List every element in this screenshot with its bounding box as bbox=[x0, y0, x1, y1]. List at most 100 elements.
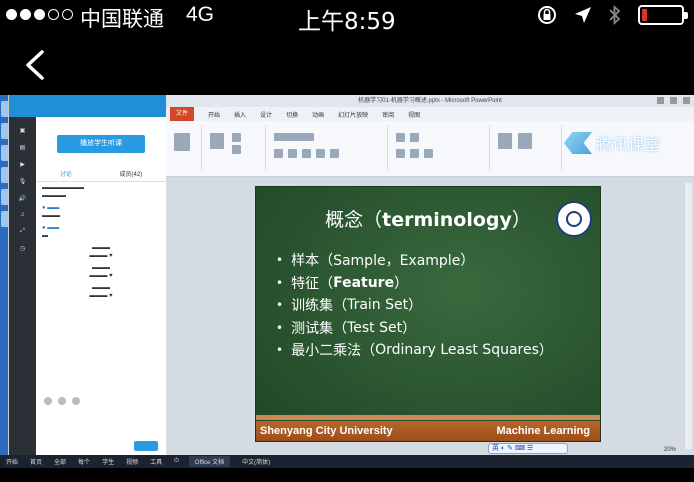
taskbar-item[interactable]: 首页 bbox=[30, 457, 42, 466]
image-icon[interactable] bbox=[72, 397, 80, 405]
font-family-select[interactable] bbox=[274, 133, 314, 141]
signal-dot bbox=[34, 9, 45, 20]
tab-review[interactable]: 审阅 bbox=[382, 110, 394, 119]
taskbar-item[interactable]: 工具 bbox=[150, 457, 162, 466]
emoji-icon[interactable] bbox=[44, 397, 52, 405]
ribbon-tabs: 文件 开始 插入 设计 切换 动画 幻灯片放映 审阅 视图 bbox=[166, 107, 694, 121]
windows-taskbar: 开始 首页 全部 每个 学生 视频 工具 ⏻ Office 文档 中文(简体) bbox=[0, 455, 694, 468]
nav-bar bbox=[0, 30, 694, 95]
align-right-icon[interactable] bbox=[424, 149, 433, 158]
mic-icon[interactable]: 🎙 bbox=[9, 178, 36, 185]
status-icons bbox=[536, 4, 688, 26]
tab-slideshow[interactable]: 幻灯片放映 bbox=[338, 110, 368, 119]
slide-workspace: 概念（terminology） 样本（Sample，Example） 特征（Fe… bbox=[166, 177, 694, 455]
chat-message: ● ▬▬ ▬ bbox=[42, 225, 60, 239]
italic-icon[interactable] bbox=[288, 149, 297, 158]
timer-icon[interactable]: ◷ bbox=[9, 245, 36, 252]
tab-file[interactable]: 文件 bbox=[170, 107, 195, 121]
volume-icon[interactable]: 🔊 bbox=[9, 195, 36, 202]
bullet-item: 样本（Sample，Example） bbox=[276, 249, 553, 272]
numbering-icon[interactable] bbox=[410, 133, 419, 142]
bullet-item: 特征（Feature） bbox=[276, 272, 553, 295]
tab-home[interactable]: 开始 bbox=[208, 110, 220, 119]
rotation-lock-icon bbox=[538, 6, 556, 24]
taskbar-item[interactable]: 学生 bbox=[102, 457, 114, 466]
bullets-icon[interactable] bbox=[396, 133, 405, 142]
location-icon bbox=[575, 7, 591, 23]
bluetooth-icon bbox=[609, 4, 621, 26]
battery-level bbox=[642, 9, 647, 21]
bold-icon[interactable] bbox=[274, 149, 283, 158]
footer-university: Shenyang City University bbox=[260, 425, 393, 437]
arrange-icon[interactable] bbox=[518, 133, 532, 149]
scissors-icon[interactable] bbox=[58, 397, 66, 405]
signal-dot bbox=[20, 9, 31, 20]
chat-message: ▬▬▬ ▬▬▬ ♥ bbox=[89, 265, 113, 279]
clipboard-group bbox=[166, 125, 202, 171]
strikethrough-icon[interactable] bbox=[316, 149, 325, 158]
chat-panel: ▣ ▤ ▶ 🎙 🔊 ♫ ⤢ ◷ 播放学生听课 讨论 成员(42) ▬▬▬▬▬▬▬… bbox=[8, 95, 166, 455]
signal-strength bbox=[6, 9, 73, 20]
minimize-icon[interactable] bbox=[657, 97, 664, 104]
network-type: 4G bbox=[186, 3, 215, 26]
maximize-icon[interactable] bbox=[670, 97, 677, 104]
taskbar-window[interactable]: Office 文档 bbox=[188, 456, 231, 467]
paste-icon[interactable] bbox=[174, 133, 190, 151]
university-seal-icon bbox=[556, 201, 592, 237]
tab-transitions[interactable]: 切换 bbox=[286, 110, 298, 119]
vertical-scrollbar[interactable] bbox=[684, 183, 692, 449]
power-icon[interactable]: ⏻ bbox=[174, 458, 179, 465]
close-icon[interactable] bbox=[683, 97, 690, 104]
bullet-item: 训练集（Train Set） bbox=[276, 294, 553, 317]
chevron-left-icon[interactable] bbox=[22, 50, 52, 80]
brand-watermark: 腾讯课堂 bbox=[564, 131, 660, 155]
tab-design[interactable]: 设计 bbox=[260, 110, 272, 119]
share-screen-icon[interactable]: ▣ bbox=[9, 127, 36, 134]
shapes-icon[interactable] bbox=[498, 133, 512, 149]
carrier-name: 中国联通 bbox=[80, 7, 164, 31]
tab-members[interactable]: 成员(42) bbox=[120, 169, 143, 178]
tab-view[interactable]: 视图 bbox=[408, 110, 420, 119]
signal-dot bbox=[48, 9, 59, 20]
window-controls bbox=[657, 97, 690, 104]
chat-message: ● ▬▬ ▬▬▬ bbox=[42, 205, 60, 219]
new-slide-icon[interactable] bbox=[210, 133, 224, 149]
ppt-icon[interactable]: ▤ bbox=[9, 144, 36, 151]
tab-animations[interactable]: 动画 bbox=[312, 110, 324, 119]
taskbar-item[interactable]: 开始 bbox=[6, 457, 18, 466]
align-left-icon[interactable] bbox=[396, 149, 405, 158]
chat-tabs: 讨论 成员(42) bbox=[36, 169, 166, 182]
ime-toolbar[interactable]: 英 ◐ ✎ ⌨ ☰ bbox=[488, 443, 568, 454]
reset-icon[interactable] bbox=[232, 145, 241, 154]
chat-sidebar: ▣ ▤ ▶ 🎙 🔊 ♫ ⤢ ◷ bbox=[9, 117, 36, 455]
bullet-list: 样本（Sample，Example） 特征（Feature） 训练集（Train… bbox=[276, 249, 553, 362]
taskbar-item[interactable]: 每个 bbox=[78, 457, 90, 466]
slide[interactable]: 概念（terminology） 样本（Sample，Example） 特征（Fe… bbox=[255, 186, 601, 442]
enter-class-button[interactable]: 播放学生听课 bbox=[57, 135, 145, 153]
paragraph-group bbox=[390, 125, 490, 171]
taskbar-window[interactable]: 中文(简体) bbox=[242, 457, 270, 466]
chat-message: ▬▬▬▬▬▬▬ ▬▬▬▬ bbox=[42, 185, 84, 199]
tab-discussion[interactable]: 讨论 bbox=[60, 169, 72, 178]
video-player[interactable]: ▣ ▤ ▶ 🎙 🔊 ♫ ⤢ ◷ 播放学生听课 讨论 成员(42) ▬▬▬▬▬▬▬… bbox=[0, 95, 694, 468]
chat-message: ▬▬▬ ▬▬▬ ♥ bbox=[89, 245, 113, 259]
taskbar-item[interactable]: 视频 bbox=[126, 457, 138, 466]
signal-dot bbox=[62, 9, 73, 20]
underline-icon[interactable] bbox=[302, 149, 311, 158]
video-icon[interactable]: ▶ bbox=[9, 161, 36, 168]
chat-message: ▬▬▬ ▬▬▬ ♥ bbox=[89, 285, 113, 299]
zoom-level[interactable]: 20% bbox=[664, 447, 676, 453]
tab-insert[interactable]: 插入 bbox=[234, 110, 246, 119]
window-title-text: 机器学习01-机器学习概述.pptx - Microsoft PowerPoin… bbox=[358, 98, 502, 104]
layout-icon[interactable] bbox=[232, 133, 241, 142]
slide-title: 概念（terminology） bbox=[256, 205, 600, 232]
powerpoint-window: 机器学习01-机器学习概述.pptx - Microsoft PowerPoin… bbox=[166, 95, 694, 455]
send-button[interactable] bbox=[134, 441, 158, 451]
music-icon[interactable]: ♫ bbox=[9, 212, 36, 218]
brand-text: 腾讯课堂 bbox=[596, 137, 661, 154]
align-center-icon[interactable] bbox=[410, 149, 419, 158]
fullscreen-icon[interactable]: ⤢ bbox=[9, 228, 36, 235]
font-group bbox=[268, 125, 388, 171]
taskbar-item[interactable]: 全部 bbox=[54, 457, 66, 466]
font-color-icon[interactable] bbox=[330, 149, 339, 158]
